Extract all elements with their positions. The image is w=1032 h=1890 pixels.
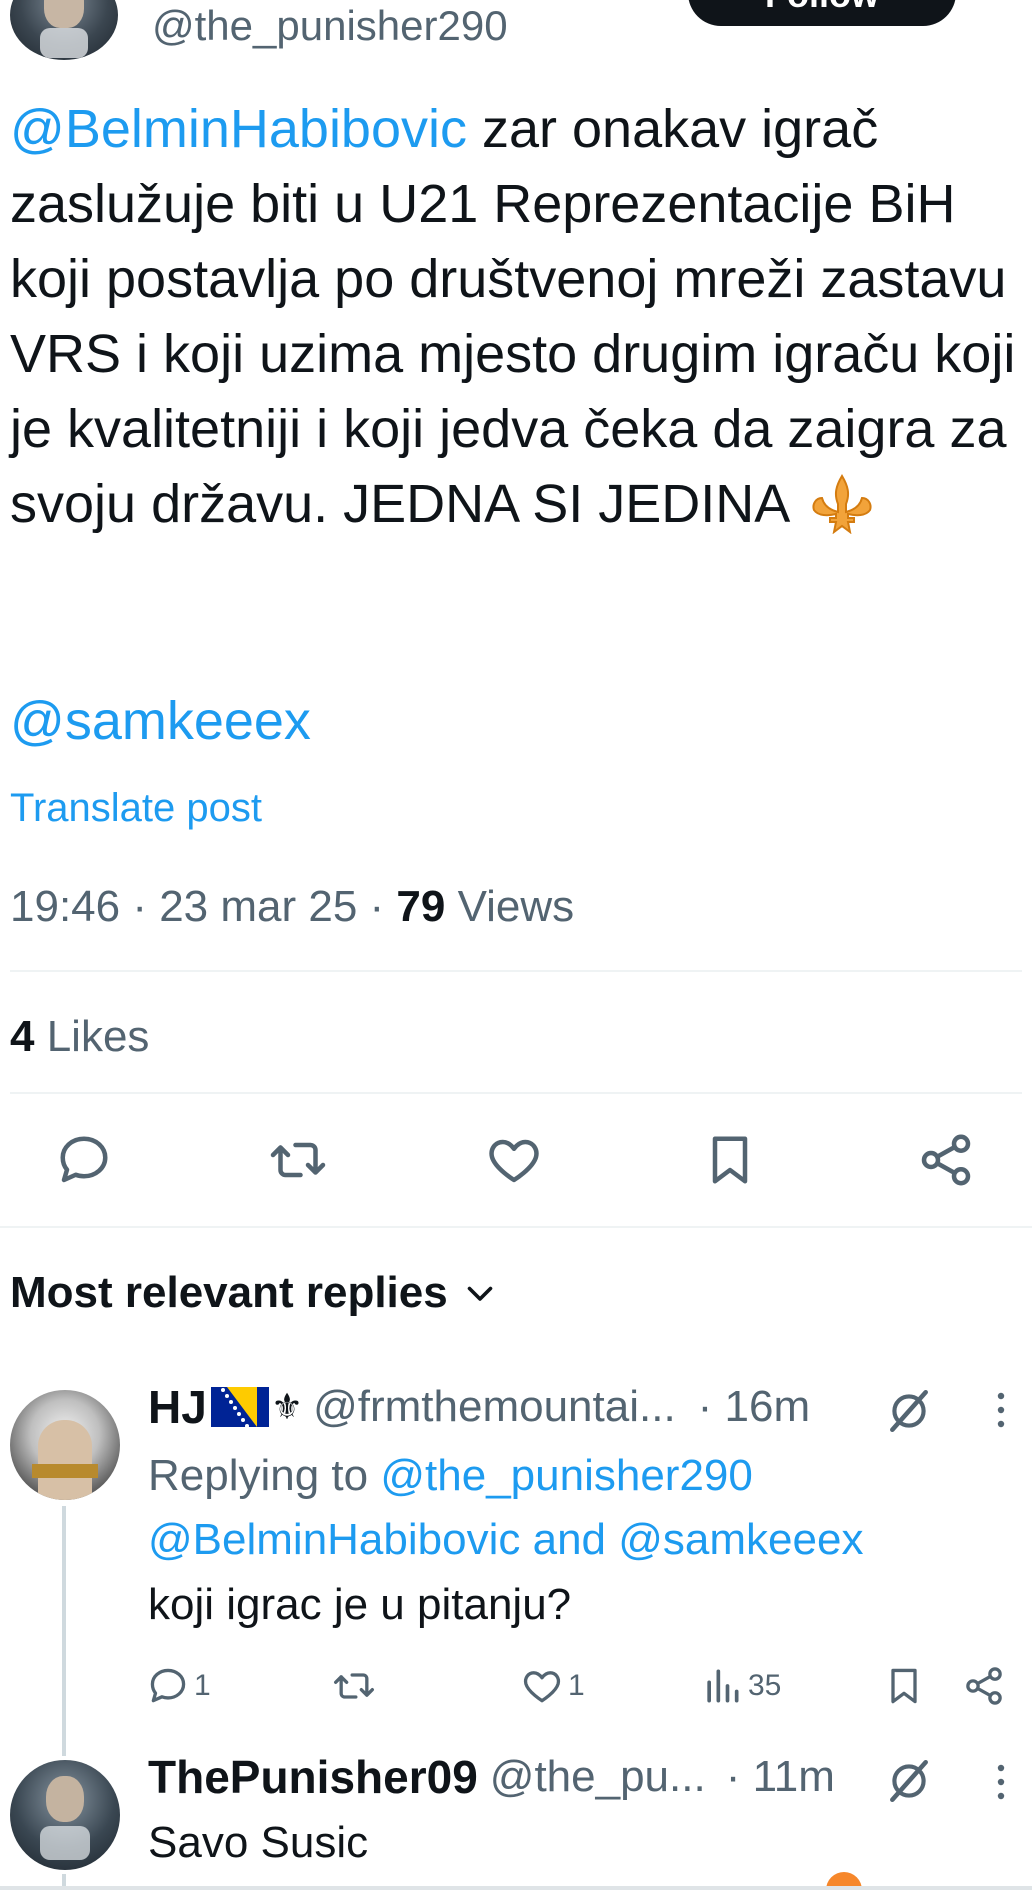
reply-text: koji igrac je u pitanju? [148,1580,572,1629]
retweet-icon [334,1673,374,1699]
reply-icon [150,1668,186,1703]
thread-line [62,1506,66,1756]
reply-author-name[interactable]: ThePunisher09 [148,1750,478,1804]
reply-avatar[interactable] [10,1760,120,1870]
reply-author-name[interactable]: HJ [148,1380,207,1434]
more-icon[interactable] [992,0,1004,12]
fleur-de-lis-icon [812,474,872,534]
more-icon[interactable] [996,1390,1006,1430]
reply-author-handle[interactable]: @frmthemountai... [313,1382,676,1432]
share-icon [921,1134,971,1186]
replies-sort-dropdown[interactable]: Most relevant replies [10,1268,498,1318]
heart-icon [523,1671,561,1703]
share-icon [966,1667,1002,1705]
bosnia-flag-icon [210,1387,269,1427]
likes-count: 4 [10,1012,35,1061]
reply-views-button[interactable]: 35 [700,1664,781,1708]
mention-link[interactable]: @samkeeex [618,1515,863,1564]
share-button[interactable] [916,1130,976,1190]
reply-retweet-button[interactable] [332,1664,376,1708]
bookmark-button[interactable] [700,1130,760,1190]
like-count: 1 [568,1669,585,1702]
mention-link[interactable]: @samkeeex [10,690,311,752]
bookmark-icon [712,1136,748,1184]
tweet-body-text: zar onakav igrač zaslužuje biti u U21 Re… [10,99,1016,534]
reply-timestamp[interactable]: · 16m [698,1382,810,1432]
divider [10,970,1022,972]
reply-reply-button[interactable]: 1 [146,1664,211,1708]
follow-button[interactable]: Follow [688,0,956,26]
grok-icon[interactable] [884,1386,934,1436]
like-button[interactable] [484,1130,544,1190]
reply-header: ThePunisher09 @the_pu... · 11m [148,1750,835,1804]
divider [0,1226,1032,1228]
reply-button[interactable] [54,1130,114,1190]
fleur-de-lis-icon: ⚜ [270,1386,304,1427]
divider [10,1092,1022,1094]
reply-timestamp[interactable]: · 11m [726,1752,835,1802]
reply-author-handle[interactable]: @the_pu... [490,1752,706,1802]
mention-link[interactable]: @BelminHabibovic [10,99,467,159]
likes-label: Likes [34,1012,150,1061]
reply-share-button[interactable] [962,1664,1006,1708]
reply-text: Savo Susic [148,1818,369,1867]
reply-count: 1 [194,1669,211,1702]
views-count: 79 [396,882,446,931]
retweet-button[interactable] [268,1130,328,1190]
replying-and: and [520,1515,619,1564]
replies-sort-label: Most relevant replies [10,1268,448,1317]
replying-prefix: Replying to [148,1451,381,1500]
author-handle[interactable]: @the_punisher290 [152,2,508,50]
mention-link[interactable]: @BelminHabibovic [148,1515,520,1564]
reply-icon [60,1136,108,1183]
retweet-icon [270,1142,326,1178]
tweet-meta: 19:46 · 23 mar 25 · 79 Views [10,882,574,932]
chevron-down-icon [467,1286,493,1301]
mention-link[interactable]: @the_punisher290 [380,1451,753,1500]
reply-avatar[interactable] [10,1390,120,1500]
translate-post-link[interactable]: Translate post [10,786,262,831]
views-count: 35 [748,1669,782,1702]
author-avatar[interactable] [10,0,118,60]
timestamp[interactable]: 19:46 · 23 mar 25 · [10,882,396,931]
reply-like-button[interactable]: 1 [520,1664,585,1708]
views-chart-icon [707,1669,739,1703]
likes-summary[interactable]: 4 Likes [10,1012,149,1062]
heart-icon [489,1139,539,1183]
bookmark-icon [891,1668,917,1704]
views-label: Views [445,882,575,931]
replying-to: Replying to @the_punisher290 @BelminHabib… [148,1444,1008,1572]
reply-bookmark-button[interactable] [882,1664,926,1708]
tweet-text: @BelminHabibovic zar onakav igrač zasluž… [10,92,1020,542]
bottom-divider [0,1886,1032,1890]
reply-header: HJ ⚜ @frmthemountai... · 16m [148,1380,998,1434]
grok-icon[interactable] [884,1756,934,1806]
more-icon[interactable] [996,1762,1006,1802]
